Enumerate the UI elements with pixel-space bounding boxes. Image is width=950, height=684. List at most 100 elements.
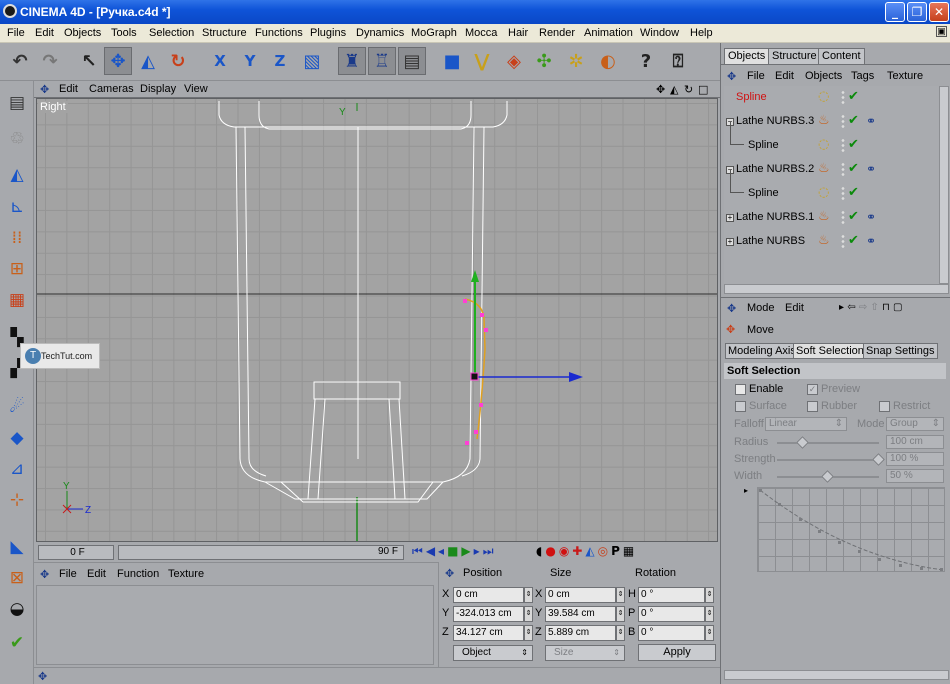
- enable-checkbox[interactable]: [735, 384, 746, 395]
- nurbs-icon[interactable]: ◈: [500, 47, 528, 75]
- expand-toggle[interactable]: +: [726, 238, 734, 246]
- key-scale-icon[interactable]: ◭: [585, 544, 597, 558]
- object-name[interactable]: Spline: [748, 139, 779, 151]
- attributes-hscrollbar[interactable]: [724, 670, 949, 680]
- enabled-check-icon[interactable]: ✔: [848, 113, 859, 128]
- menu-help[interactable]: Help: [690, 27, 713, 39]
- timeline-scrubber[interactable]: [118, 545, 404, 560]
- forward-arrow-icon[interactable]: ▸: [839, 302, 844, 313]
- move-tool-icon[interactable]: ✥: [104, 47, 132, 75]
- use-object-axis-icon[interactable]: ⊾: [3, 193, 31, 221]
- material-menu-edit[interactable]: Edit: [87, 568, 106, 580]
- array-icon[interactable]: ✣: [530, 47, 558, 75]
- visibility-dots-icon[interactable]: [841, 186, 845, 200]
- menu-hair[interactable]: Hair: [508, 27, 528, 39]
- workplane-icon[interactable]: ◣: [3, 533, 31, 561]
- visibility-dots-icon[interactable]: [841, 114, 845, 128]
- objects-menu-texture[interactable]: Texture: [887, 70, 923, 82]
- viewport-menu-view[interactable]: View: [184, 83, 208, 95]
- enabled-check-icon[interactable]: ✔: [848, 137, 859, 152]
- objects-menu-tags[interactable]: Tags: [851, 70, 874, 82]
- menu-plugins[interactable]: Plugins: [310, 27, 346, 39]
- render-picture-viewer-icon[interactable]: ♖: [368, 47, 396, 75]
- expand-toggle[interactable]: +: [726, 214, 734, 222]
- menu-tools[interactable]: Tools: [111, 27, 137, 39]
- strength-slider-track[interactable]: [777, 459, 879, 461]
- phong-tag-icon[interactable]: ⚭: [866, 114, 876, 128]
- help-pointer-icon[interactable]: ?: [632, 47, 660, 75]
- menu-render[interactable]: Render: [539, 27, 575, 39]
- object-name[interactable]: Lathe NURBS.3: [736, 115, 814, 127]
- phong-tag-icon[interactable]: ⚭: [866, 234, 876, 248]
- object-name[interactable]: Spline: [748, 187, 779, 199]
- stop-icon[interactable]: ■: [447, 544, 461, 558]
- close-button[interactable]: ✕: [929, 2, 949, 22]
- rot-h-spinner[interactable]: ⇕: [705, 587, 714, 603]
- next-icon[interactable]: ⇨: [859, 302, 867, 313]
- enabled-check-icon[interactable]: ✔: [848, 161, 859, 176]
- menu-mograph[interactable]: MoGraph: [411, 27, 457, 39]
- size-x-input[interactable]: 0 cm: [545, 587, 616, 603]
- autokey-icon[interactable]: ◉: [559, 544, 572, 558]
- attributes-menu-mode[interactable]: Mode: [747, 302, 775, 314]
- pos-z-input[interactable]: 34.127 cm: [453, 625, 524, 641]
- enabled-check-icon[interactable]: ✔: [848, 89, 859, 104]
- key-position-icon[interactable]: ✚: [572, 544, 585, 558]
- coord-mode-dropdown[interactable]: Object ⇕: [453, 645, 533, 661]
- deformer-icon[interactable]: ✲: [562, 47, 590, 75]
- enabled-check-icon[interactable]: ✔: [848, 209, 859, 224]
- rubber-checkbox[interactable]: [807, 401, 818, 412]
- surface-checkbox[interactable]: [735, 401, 746, 412]
- sound-icon[interactable]: ◖: [536, 544, 545, 558]
- object-row[interactable]: Spline ◌ ✔: [724, 182, 940, 206]
- attributes-menu-edit[interactable]: Edit: [785, 302, 804, 314]
- tab-soft-selection[interactable]: Soft Selection: [793, 343, 867, 359]
- strength-input[interactable]: 100 %: [886, 452, 944, 466]
- object-name[interactable]: Lathe NURBS: [736, 235, 805, 247]
- visibility-dots-icon[interactable]: [841, 210, 845, 224]
- redo-icon[interactable]: ↷: [36, 47, 64, 75]
- menu-selection[interactable]: Selection: [149, 27, 194, 39]
- attributes-pin-icon[interactable]: ✥: [727, 302, 736, 315]
- material-pin-icon[interactable]: ✥: [40, 568, 49, 581]
- menu-file[interactable]: File: [7, 27, 25, 39]
- pos-x-spinner[interactable]: ⇕: [524, 587, 533, 603]
- rot-p-input[interactable]: 0 °: [638, 606, 705, 622]
- inverse-kinematics-icon[interactable]: ◆: [3, 424, 31, 452]
- rotate-tool-icon[interactable]: ↻: [164, 47, 192, 75]
- up-icon[interactable]: ⇧: [870, 302, 878, 313]
- lock-z-axis-icon[interactable]: Z: [266, 47, 294, 75]
- visibility-dots-icon[interactable]: [841, 234, 845, 248]
- snap-icon[interactable]: ⊹: [3, 486, 31, 514]
- object-row[interactable]: + Lathe NURBS ♨ ✔ ⚭: [724, 230, 940, 254]
- strength-slider-knob[interactable]: [872, 453, 885, 466]
- object-row[interactable]: Spline ◌ ✔: [724, 86, 940, 110]
- menu-window[interactable]: Window: [640, 27, 679, 39]
- object-row[interactable]: + Lathe NURBS.1 ♨ ✔ ⚭: [724, 206, 940, 230]
- menu-dynamics[interactable]: Dynamics: [356, 27, 404, 39]
- make-editable-icon[interactable]: ♲: [3, 125, 31, 153]
- object-list-hscrollbar[interactable]: [724, 284, 949, 294]
- rot-p-spinner[interactable]: ⇕: [705, 606, 714, 622]
- radius-slider-track[interactable]: [777, 442, 879, 444]
- key-rotation-icon[interactable]: ◎: [598, 544, 611, 558]
- lock-y-axis-icon[interactable]: Y: [236, 47, 264, 75]
- viewport-right[interactable]: Right Y Y Z: [36, 98, 718, 542]
- falloff-dropdown[interactable]: Linear ⇕: [765, 417, 847, 431]
- menu-functions[interactable]: Functions: [255, 27, 303, 39]
- previous-key-icon[interactable]: ◀: [426, 544, 438, 558]
- pos-z-spinner[interactable]: ⇕: [524, 625, 533, 641]
- size-y-spinner[interactable]: ⇕: [616, 606, 625, 622]
- cube-primitive-icon[interactable]: ■: [438, 47, 466, 75]
- radius-slider-knob[interactable]: [795, 436, 809, 449]
- mode-dropdown[interactable]: Group ⇕: [886, 417, 944, 431]
- material-list-area[interactable]: [36, 585, 434, 665]
- size-mode-dropdown[interactable]: Size ⇕: [545, 645, 625, 661]
- objects-menu-file[interactable]: File: [747, 70, 765, 82]
- select-arrow-icon[interactable]: ↖: [75, 47, 103, 75]
- use-model-tool-icon[interactable]: ◭: [3, 161, 31, 189]
- scale-tool-icon[interactable]: ◭: [134, 47, 162, 75]
- use-edges-tool-icon[interactable]: ⊞: [3, 255, 31, 283]
- key-pla-icon[interactable]: ▦: [623, 544, 637, 558]
- visibility-dots-icon[interactable]: [841, 90, 845, 104]
